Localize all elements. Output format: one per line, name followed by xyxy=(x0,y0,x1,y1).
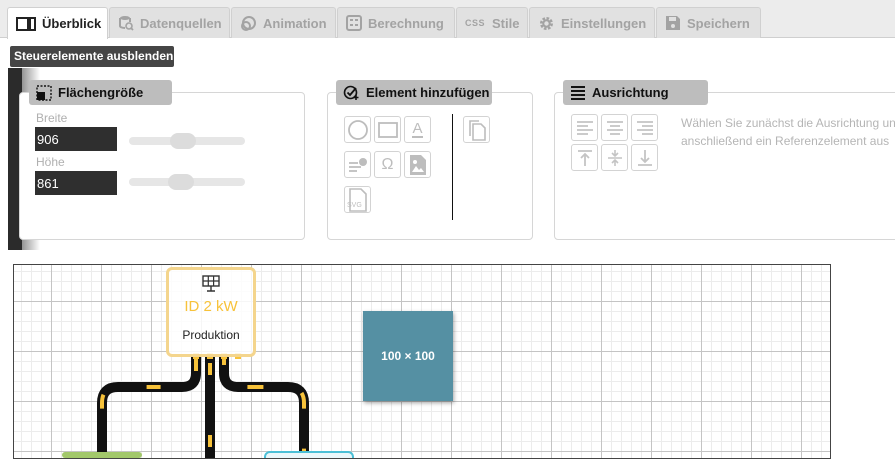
tab-calculation[interactable]: Berechnung xyxy=(337,7,455,38)
width-label: Breite xyxy=(36,111,68,125)
image-tool-button[interactable] xyxy=(404,151,431,178)
tab-styles[interactable]: CSS Stile xyxy=(456,7,528,38)
gear-icon xyxy=(540,16,553,30)
align-middle-icon xyxy=(607,149,622,166)
duplicate-tool-button[interactable] xyxy=(463,116,490,143)
tab-settings[interactable]: Einstellungen xyxy=(529,7,655,38)
align-right-button[interactable] xyxy=(631,114,658,141)
cyan-node-edge[interactable] xyxy=(264,451,354,458)
rectangle-icon xyxy=(377,121,398,138)
text-tool-button[interactable]: A xyxy=(404,116,431,143)
tab-label: Stile xyxy=(492,15,520,31)
tab-animation[interactable]: Animation xyxy=(231,7,336,38)
save-icon xyxy=(666,16,680,30)
solar-panel-icon xyxy=(202,275,220,292)
circle-icon xyxy=(347,119,368,140)
tab-label: Speichern xyxy=(687,15,750,31)
tab-save[interactable]: Speichern xyxy=(656,7,761,38)
tab-datasources[interactable]: Datenquellen xyxy=(109,7,230,38)
node-value: ID 2 kW xyxy=(184,298,238,315)
svg-file-label: SVG xyxy=(347,202,362,209)
tab-overview[interactable]: Überblick xyxy=(7,7,108,39)
tab-label: Einstellungen xyxy=(561,15,647,31)
align-top-icon xyxy=(577,149,592,166)
rectangle-tool-button[interactable] xyxy=(374,116,401,143)
text-icon: A xyxy=(412,120,423,138)
width-input[interactable] xyxy=(35,127,117,151)
size-box[interactable]: 100 × 100 xyxy=(363,311,453,401)
area-size-icon xyxy=(36,84,52,101)
calculator-icon xyxy=(346,15,362,31)
tab-label: Berechnung xyxy=(368,15,444,31)
image-icon xyxy=(409,154,426,175)
align-left-button[interactable] xyxy=(571,114,598,141)
align-justify-icon xyxy=(571,85,585,100)
area-size-title: Flächengröße xyxy=(29,80,172,105)
size-box-label: 100 × 100 xyxy=(381,349,435,363)
alignment-hint-line1: Wählen Sie zunächst die Ausrichtung und xyxy=(681,116,895,130)
alignment-title: Ausrichtung xyxy=(563,80,708,105)
alignment-hint-line2: anschließend ein Referenzelement aus xyxy=(681,134,890,148)
overview-icon xyxy=(16,16,36,31)
duplicate-icon xyxy=(468,119,486,141)
list-tool-button[interactable] xyxy=(344,151,371,178)
tool-separator xyxy=(452,114,453,220)
production-node[interactable]: ID 2 kW Produktion xyxy=(166,267,256,357)
align-left-icon xyxy=(576,120,593,135)
node-label: Produktion xyxy=(182,328,240,342)
align-middle-button[interactable] xyxy=(601,144,628,171)
tab-label: Überblick xyxy=(42,16,102,31)
symbol-tool-button[interactable]: Ω xyxy=(374,151,401,178)
omega-icon: Ω xyxy=(381,155,394,173)
tab-bar: Überblick Datenquellen Animation Berechn… xyxy=(0,0,895,39)
align-bottom-icon xyxy=(637,149,652,166)
height-label: Höhe xyxy=(36,155,65,169)
hide-controls-button[interactable]: Steuerelemente ausblenden xyxy=(10,46,174,67)
align-bottom-button[interactable] xyxy=(631,144,658,171)
height-slider-handle[interactable] xyxy=(168,174,194,190)
list-check-icon xyxy=(348,157,367,172)
green-node-edge[interactable] xyxy=(62,452,142,458)
add-element-title: Element hinzufügen xyxy=(336,80,492,105)
tab-label: Datenquellen xyxy=(140,15,222,31)
drawing-canvas[interactable]: ID 2 kW Produktion 100 × 100 xyxy=(13,264,831,459)
datasource-icon xyxy=(119,16,134,31)
width-slider-handle[interactable] xyxy=(170,133,196,149)
svg-tool-button[interactable]: SVG xyxy=(344,186,371,213)
alignment-hint: Wählen Sie zunächst die Ausrichtung und … xyxy=(681,114,895,150)
align-right-icon xyxy=(636,120,653,135)
css-icon: CSS xyxy=(465,18,486,28)
add-element-icon xyxy=(343,85,359,100)
align-top-button[interactable] xyxy=(571,144,598,171)
circle-tool-button[interactable] xyxy=(344,116,371,143)
align-center-button[interactable] xyxy=(601,114,628,141)
tab-label: Animation xyxy=(263,15,327,31)
height-input[interactable] xyxy=(35,171,117,195)
animation-icon xyxy=(241,15,256,31)
align-center-icon xyxy=(606,120,623,135)
